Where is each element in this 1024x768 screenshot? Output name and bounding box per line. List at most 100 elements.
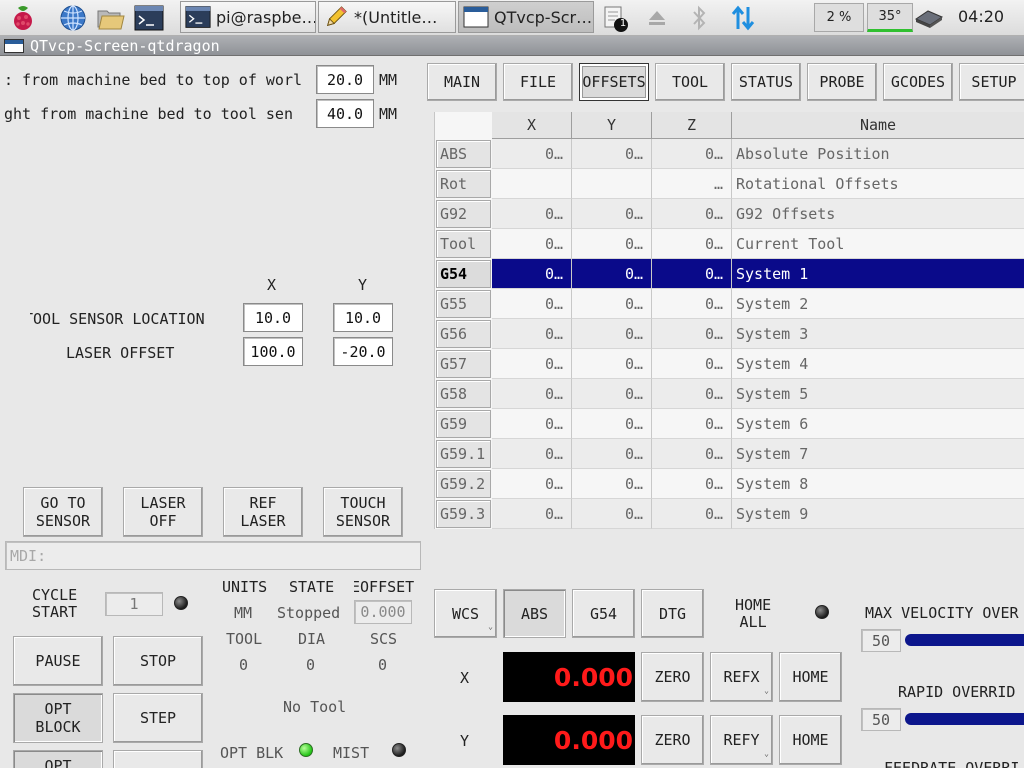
- terminal-icon[interactable]: [134, 3, 164, 33]
- cell-x[interactable]: 0…: [492, 499, 572, 529]
- home-y-button[interactable]: HOME: [779, 715, 842, 765]
- cell-y[interactable]: 0…: [572, 379, 652, 409]
- cell-name[interactable]: G92 Offsets: [732, 199, 1024, 229]
- offsets-table[interactable]: X Y Z Name ABS 0… 0… 0… Absolute Position Rot…: [434, 112, 1024, 529]
- cell-name[interactable]: System 3: [732, 319, 1024, 349]
- table-row[interactable]: G59.3 0… 0… 0… System 9: [435, 499, 1024, 529]
- row-header[interactable]: G57: [436, 350, 491, 378]
- refy-button[interactable]: REFY ⌄: [710, 715, 773, 765]
- row-header[interactable]: G59.2: [436, 470, 491, 498]
- cell-y[interactable]: 0…: [572, 229, 652, 259]
- tool-sensor-x-field[interactable]: 10.0: [243, 303, 303, 332]
- home-x-button[interactable]: HOME: [779, 652, 842, 702]
- cell-z[interactable]: …: [652, 169, 732, 199]
- cell-z[interactable]: 0…: [652, 289, 732, 319]
- row-header[interactable]: G54: [436, 260, 491, 288]
- dtg-button[interactable]: DTG: [641, 589, 704, 638]
- task-qtvcp[interactable]: QTvcp-Scr…: [458, 1, 594, 33]
- cell-y[interactable]: 0…: [572, 409, 652, 439]
- row-header[interactable]: G59.1: [436, 440, 491, 468]
- abs-button[interactable]: ABS: [503, 589, 566, 638]
- cell-x[interactable]: 0…: [492, 379, 572, 409]
- cell-y[interactable]: 0…: [572, 469, 652, 499]
- table-row[interactable]: G54 0… 0… 0… System 1: [435, 259, 1024, 289]
- cell-x[interactable]: 0…: [492, 469, 572, 499]
- cell-x[interactable]: [492, 169, 572, 199]
- tab-offsets[interactable]: OFFSETS: [579, 63, 649, 101]
- row-header[interactable]: Tool: [436, 230, 491, 258]
- cell-y[interactable]: 0…: [572, 259, 652, 289]
- tab-tool[interactable]: TOOL: [655, 63, 725, 101]
- cell-z[interactable]: 0…: [652, 229, 732, 259]
- opt-stop-button[interactable]: OPT: [13, 750, 103, 768]
- eject-icon[interactable]: [642, 3, 672, 33]
- cell-name[interactable]: System 6: [732, 409, 1024, 439]
- bluetooth-icon[interactable]: [684, 3, 714, 33]
- cell-z[interactable]: 0…: [652, 409, 732, 439]
- cell-x[interactable]: 0…: [492, 259, 572, 289]
- opt-block-button[interactable]: OPT BLOCK: [13, 693, 103, 743]
- rapid-override-slider[interactable]: [905, 713, 1024, 725]
- table-row[interactable]: G59 0… 0… 0… System 6: [435, 409, 1024, 439]
- laser-offset-x-field[interactable]: 100.0: [243, 337, 303, 366]
- row-header[interactable]: G56: [436, 320, 491, 348]
- table-row[interactable]: Rot … Rotational Offsets: [435, 169, 1024, 199]
- zero-x-button[interactable]: ZERO: [641, 652, 704, 702]
- work-top-height-field[interactable]: 20.0: [316, 65, 374, 94]
- g54-button[interactable]: G54: [572, 589, 635, 638]
- zero-y-button[interactable]: ZERO: [641, 715, 704, 765]
- cell-x[interactable]: 0…: [492, 139, 572, 169]
- column-header-z[interactable]: Z: [652, 112, 732, 139]
- cell-name[interactable]: Absolute Position: [732, 139, 1024, 169]
- cell-z[interactable]: 0…: [652, 379, 732, 409]
- laser-offset-y-field[interactable]: -20.0: [333, 337, 393, 366]
- tool-sensor-y-field[interactable]: 10.0: [333, 303, 393, 332]
- pause-button[interactable]: PAUSE: [13, 636, 103, 686]
- row-header[interactable]: G92: [436, 200, 491, 228]
- cell-x[interactable]: 0…: [492, 319, 572, 349]
- window-titlebar[interactable]: QTvcp-Screen-qtdragon: [0, 36, 1024, 56]
- column-header-x[interactable]: X: [492, 112, 572, 139]
- cell-x[interactable]: 0…: [492, 289, 572, 319]
- cell-x[interactable]: 0…: [492, 439, 572, 469]
- table-row[interactable]: G59.2 0… 0… 0… System 8: [435, 469, 1024, 499]
- update-notification-icon[interactable]: 1: [602, 3, 632, 33]
- cell-z[interactable]: 0…: [652, 439, 732, 469]
- cell-name[interactable]: System 2: [732, 289, 1024, 319]
- table-row[interactable]: G92 0… 0… 0… G92 Offsets: [435, 199, 1024, 229]
- cell-z[interactable]: 0…: [652, 349, 732, 379]
- max-velocity-slider[interactable]: [905, 634, 1024, 646]
- row-header[interactable]: Rot: [436, 170, 491, 198]
- storage-icon[interactable]: [914, 3, 944, 33]
- table-row[interactable]: G56 0… 0… 0… System 3: [435, 319, 1024, 349]
- task-editor[interactable]: *(Untitle…: [318, 1, 456, 33]
- table-row[interactable]: Tool 0… 0… 0… Current Tool: [435, 229, 1024, 259]
- tab-probe[interactable]: PROBE: [807, 63, 877, 101]
- touch-sensor-button[interactable]: TOUCH SENSOR: [323, 487, 403, 537]
- column-header-name[interactable]: Name: [732, 112, 1024, 139]
- cell-y[interactable]: 0…: [572, 499, 652, 529]
- cell-name[interactable]: System 8: [732, 469, 1024, 499]
- cell-z[interactable]: 0…: [652, 139, 732, 169]
- cell-x[interactable]: 0…: [492, 199, 572, 229]
- laser-off-button[interactable]: LASER OFF: [123, 487, 203, 537]
- cell-x[interactable]: 0…: [492, 229, 572, 259]
- cell-y[interactable]: 0…: [572, 319, 652, 349]
- cell-z[interactable]: 0…: [652, 259, 732, 289]
- cell-y[interactable]: 0…: [572, 139, 652, 169]
- table-row[interactable]: ABS 0… 0… 0… Absolute Position: [435, 139, 1024, 169]
- refx-button[interactable]: REFX ⌄: [710, 652, 773, 702]
- tab-setup[interactable]: SETUP: [959, 63, 1024, 101]
- cell-y[interactable]: 0…: [572, 289, 652, 319]
- table-row[interactable]: G55 0… 0… 0… System 2: [435, 289, 1024, 319]
- go-to-sensor-button[interactable]: GO TO SENSOR: [23, 487, 103, 537]
- cell-name[interactable]: System 1: [732, 259, 1024, 289]
- row-header[interactable]: G55: [436, 290, 491, 318]
- mdi-input[interactable]: MDI:: [5, 541, 421, 570]
- cell-x[interactable]: 0…: [492, 349, 572, 379]
- row-header[interactable]: G58: [436, 380, 491, 408]
- network-arrows-icon[interactable]: [728, 3, 758, 33]
- cell-y[interactable]: [572, 169, 652, 199]
- tab-status[interactable]: STATUS: [731, 63, 801, 101]
- column-header-y[interactable]: Y: [572, 112, 652, 139]
